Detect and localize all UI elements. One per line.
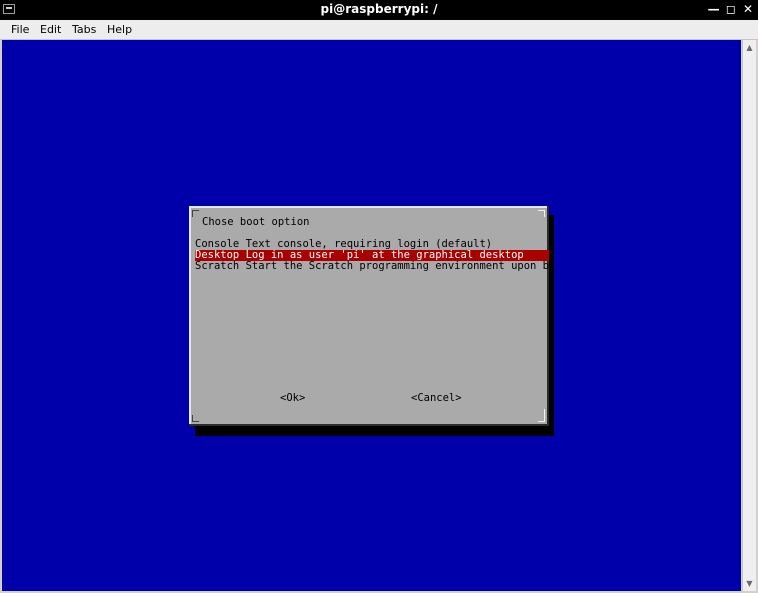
maximize-icon[interactable]: ◻ <box>725 2 737 16</box>
ok-button[interactable]: <Ok> <box>280 392 305 404</box>
menu-bar: File Edit Tabs Help <box>0 20 758 40</box>
frame-corner <box>538 210 545 217</box>
minimize-icon[interactable]: — <box>708 2 720 16</box>
dialog-edge-top <box>189 206 549 208</box>
dialog-edge-bottom <box>189 424 549 426</box>
menu-help[interactable]: Help <box>107 23 132 36</box>
boot-option-console[interactable]: Console Text console, requiring login (d… <box>195 239 549 250</box>
window-titlebar[interactable]: pi@raspberrypi: / — ◻ ✕ <box>0 0 758 20</box>
dialog-edge-left <box>189 206 191 426</box>
boot-option-desktop[interactable]: Desktop Log in as user 'pi' at the graph… <box>195 250 549 261</box>
menu-edit[interactable]: Edit <box>40 23 61 36</box>
scroll-up-icon[interactable]: ▲ <box>745 43 754 52</box>
boot-option-scratch[interactable]: Scratch Start the Scratch programming en… <box>195 261 549 272</box>
vertical-scrollbar[interactable]: ▲ ▼ <box>742 40 756 591</box>
frame-corner <box>192 210 199 217</box>
menu-file[interactable]: File <box>11 23 29 36</box>
scroll-down-icon[interactable]: ▼ <box>745 579 754 588</box>
close-icon[interactable]: ✕ <box>742 2 754 16</box>
window-title: pi@raspberrypi: / <box>320 2 438 16</box>
frame-corner <box>192 415 199 422</box>
boot-option-dialog: Chose boot option Console Text console, … <box>189 206 549 426</box>
menu-tabs[interactable]: Tabs <box>72 23 96 36</box>
cancel-button[interactable]: <Cancel> <box>411 392 462 404</box>
window-controls: — ◻ ✕ <box>707 2 754 16</box>
frame-corner <box>538 409 545 422</box>
dialog-title: Chose boot option <box>202 216 310 228</box>
